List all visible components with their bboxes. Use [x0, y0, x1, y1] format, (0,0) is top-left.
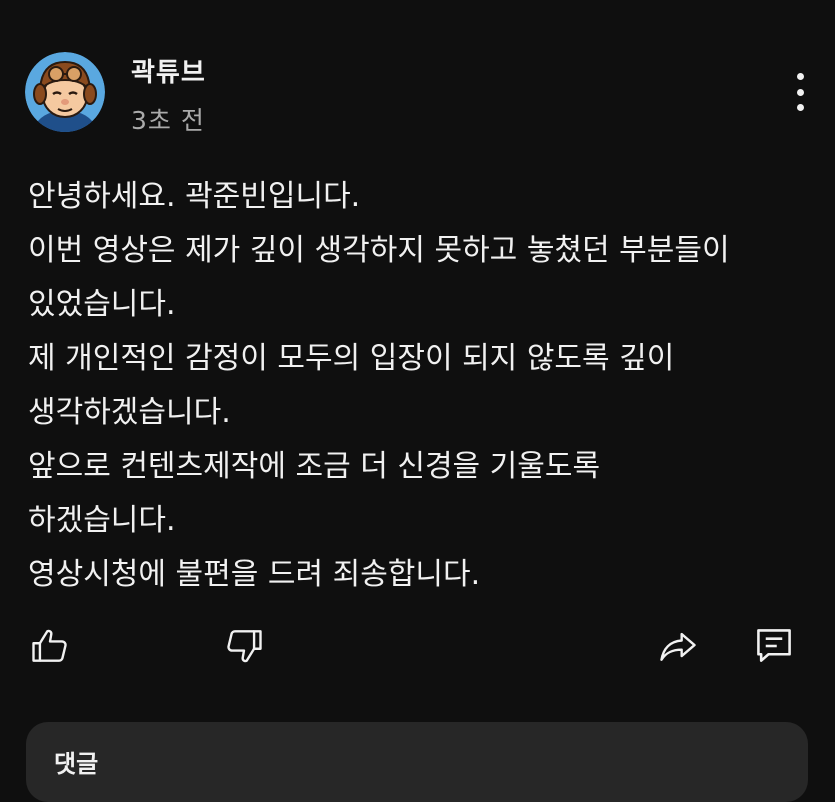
author-name[interactable]: 곽튜브	[131, 52, 206, 89]
comment-line: 하겠습니다.	[28, 503, 176, 538]
comment-line: 영상시청에 불편을 드려 죄송합니다.	[28, 557, 481, 592]
comment-icon	[757, 629, 791, 662]
more-options-button[interactable]	[782, 70, 818, 114]
share-icon	[660, 632, 696, 661]
comment-line: 생각하겠습니다.	[28, 395, 231, 430]
comment-line: 앞으로 컨텐츠제작에 조금 더 신경을 기울도록	[28, 449, 601, 484]
author-avatar[interactable]	[25, 52, 105, 132]
share-button[interactable]	[652, 620, 704, 672]
comment-text: 안녕하세요. 곽준빈입니다. 이번 영상은 제가 깊이 생각하지 못하고 놓쳤던…	[28, 170, 818, 602]
comment-line: 제 개인적인 감정이 모두의 입장이 되지 않도록 깊이	[28, 341, 675, 376]
comment-line: 안녕하세요. 곽준빈입니다.	[28, 179, 361, 214]
like-button[interactable]	[24, 620, 76, 672]
comment-line: 이번 영상은 제가 깊이 생각하지 못하고 놓쳤던 부분들이	[28, 233, 730, 268]
dislike-button[interactable]	[218, 620, 270, 672]
replies-panel[interactable]: 댓글	[26, 722, 808, 802]
comment-line: 있었습니다.	[28, 287, 176, 322]
reply-button[interactable]	[748, 620, 800, 672]
comment-timestamp: 3초 전	[131, 106, 205, 135]
replies-label: 댓글	[54, 750, 99, 778]
thumbs-down-icon	[227, 630, 262, 663]
more-vertical-icon	[796, 73, 804, 80]
cartoon-avatar-icon	[25, 52, 105, 132]
thumbs-up-icon	[32, 629, 67, 662]
